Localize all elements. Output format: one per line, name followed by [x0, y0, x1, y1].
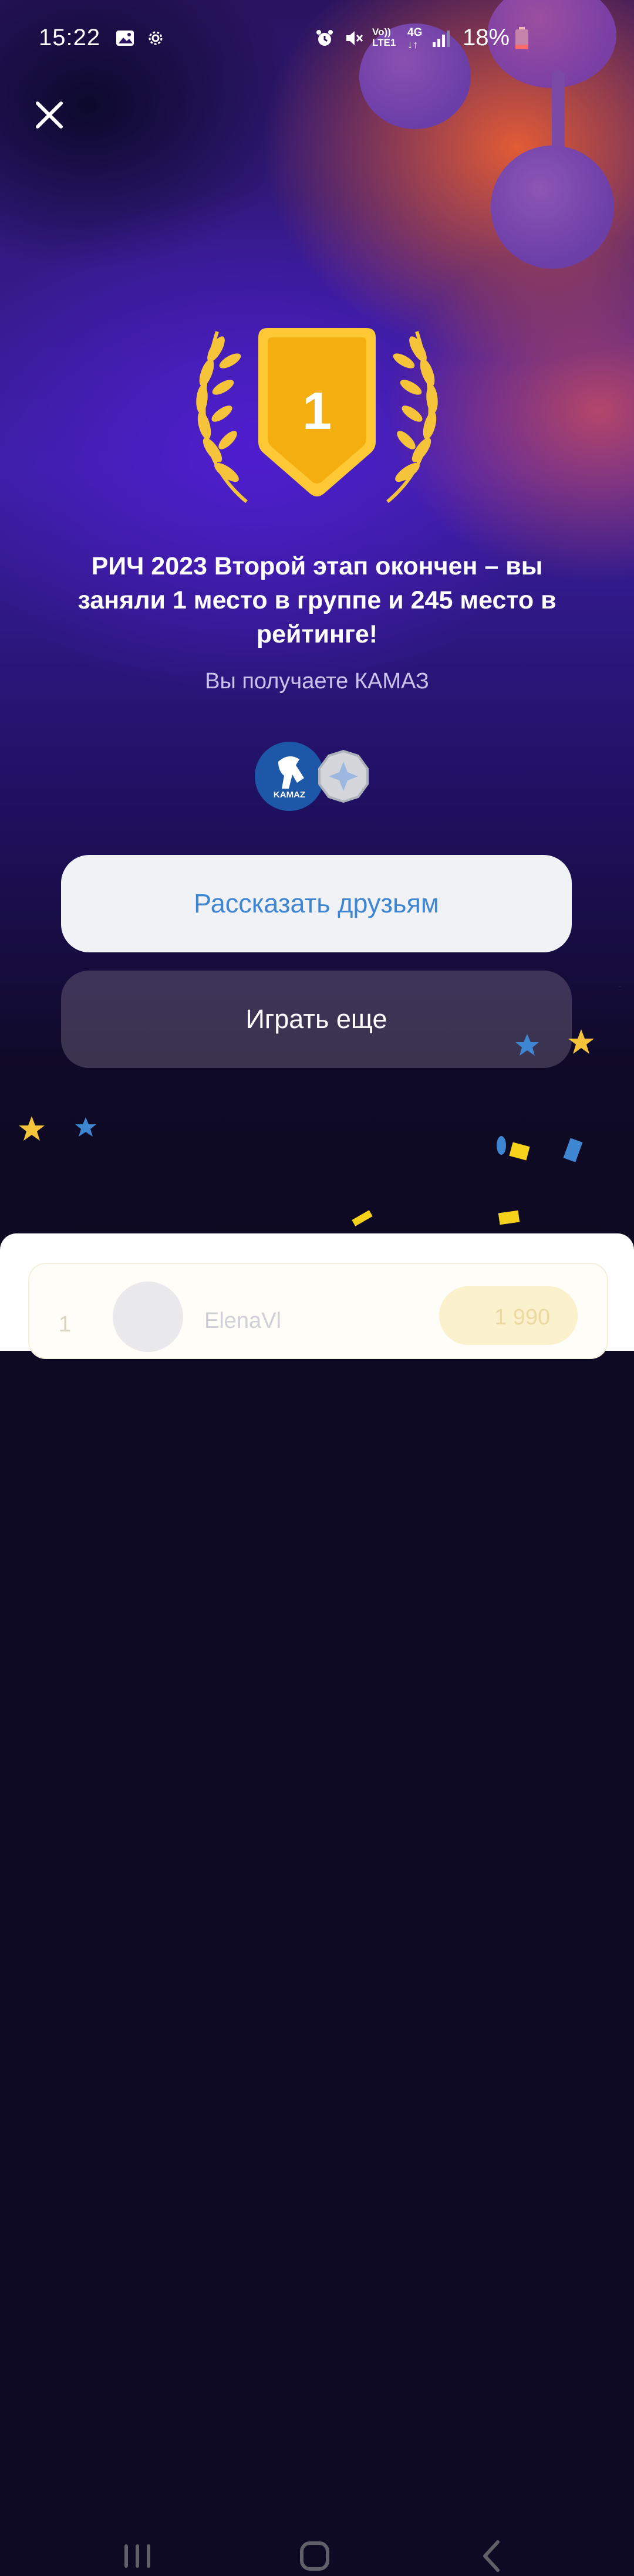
gallery-icon: [116, 31, 134, 46]
home-icon[interactable]: [291, 2535, 338, 2576]
net-type-indicator: 4G ↓↑: [407, 26, 423, 51]
confetti-decoration: [19, 986, 623, 1226]
silver-medal-icon: [318, 750, 369, 803]
signal-icon: [433, 31, 450, 47]
recent-apps-icon[interactable]: [114, 2535, 161, 2576]
close-button[interactable]: [32, 97, 67, 133]
kamaz-logo: KAMAZ: [255, 742, 324, 811]
system-navigation-bar: [0, 1262, 634, 2572]
ornament-ball-decoration: [491, 146, 614, 269]
alarm-icon: [316, 30, 333, 46]
laurel-right-icon: [386, 331, 438, 503]
ornament-stick-decoration: [552, 70, 565, 153]
laurel-left-icon: [196, 331, 248, 503]
place-number: 1: [302, 382, 332, 441]
status-time: 15:22: [39, 25, 101, 50]
share-with-friends-button[interactable]: Рассказать друзьям: [61, 855, 572, 952]
horse-icon: [278, 756, 304, 789]
battery-percent: 18%: [463, 25, 510, 50]
back-icon[interactable]: [468, 2535, 515, 2576]
battery-icon: [515, 27, 528, 49]
mute-icon: [346, 31, 363, 45]
volte-indicator: Vo)) LTE1: [372, 26, 396, 48]
awards-row: KAMAZ: [255, 742, 372, 812]
settings-gear-icon: [149, 31, 163, 45]
result-subtitle: Вы получаете КАМАЗ: [205, 669, 429, 694]
result-title: РИЧ 2023 Второй этап окончен – вы заняли…: [77, 552, 557, 648]
status-bar: 15:22 Vo)) LTE1 4G ↓↑ 18%: [0, 0, 634, 76]
